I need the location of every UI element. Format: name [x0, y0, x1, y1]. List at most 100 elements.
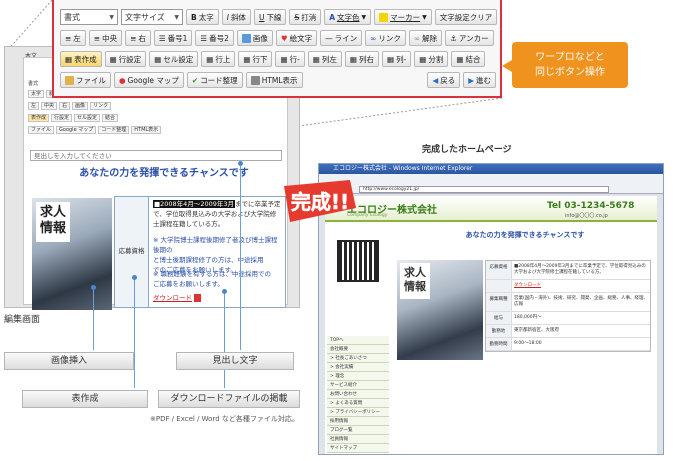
redo-button[interactable]: ▶ 進む — [463, 72, 496, 88]
italic-button[interactable]: I 斜体 — [221, 9, 251, 25]
toolbar-row1: 書式 ▼ 文字サイズ ▼ B 太字 I 斜体 U 下線 S 打消 A 文字色 ▼ マーカー ▼ 文… — [60, 8, 498, 26]
site-tel: Tel 03-1234-5678 — [547, 201, 635, 211]
table-row: 給与 180,000円〜 — [486, 312, 650, 325]
heart-icon: ♥ — [280, 33, 288, 43]
mini-merge-button[interactable]: 結合 — [102, 114, 119, 122]
style-select[interactable]: 書式 ▼ — [60, 9, 118, 25]
nav-item[interactable]: お問い合わせ — [327, 390, 389, 399]
code-cleanup-button[interactable]: ✔ コード整理 — [186, 72, 243, 88]
mini-toolbar-row2: 左 中央 右 画像 リンク — [28, 102, 112, 111]
callout-line2: 同じボタン操作 — [535, 67, 605, 78]
mini-center-button[interactable]: 中央 — [41, 102, 58, 110]
cell-setting-button[interactable]: ▦ セル設定 — [149, 51, 199, 67]
mini-image-button[interactable]: 画像 — [72, 102, 89, 110]
merge-icon: ▦ — [456, 54, 464, 64]
marker-button[interactable]: マーカー ▼ — [374, 9, 432, 25]
connector-line — [240, 164, 241, 350]
mini-left-button[interactable]: 左 — [28, 102, 40, 110]
nav-item[interactable]: 採用情報 — [327, 417, 389, 426]
nav-item[interactable]: > よくある質問 — [327, 399, 389, 408]
align-right-button[interactable]: ≡ 右 — [125, 30, 151, 46]
job-image-text: 求人 情報 — [36, 202, 70, 242]
text-color-button[interactable]: A 文字色 ▼ — [324, 9, 372, 25]
mini-table-button[interactable]: 表作成 — [28, 114, 50, 122]
row-delete-button[interactable]: ▦ 行- — [275, 51, 305, 67]
editor-job-image[interactable]: 求人 情報 — [32, 198, 112, 310]
clear-format-button[interactable]: 文字設定クリア — [434, 9, 498, 25]
align-center-button[interactable]: ≡ 中央 — [88, 30, 123, 46]
heading-input[interactable]: 見出しを入力してください — [30, 150, 282, 161]
site-page-title: あなたの力を発揮できるチャンスです — [465, 231, 585, 239]
mini-cellset-button[interactable]: セル設定 — [74, 114, 101, 122]
line-icon: — — [325, 33, 333, 43]
align-left-button[interactable]: ≡ 左 — [60, 30, 86, 46]
nav-item[interactable]: TOPへ — [327, 336, 389, 345]
italic-icon: I — [226, 12, 229, 22]
col-left-button[interactable]: ▦ 列左 — [307, 51, 342, 67]
row-up-button[interactable]: ▦ 行上 — [201, 51, 236, 67]
undo-button[interactable]: ◀ 戻る — [427, 72, 461, 88]
col-left-icon: ▦ — [312, 54, 320, 64]
mini-rowset-button[interactable]: 行設定 — [51, 114, 73, 122]
image-button[interactable]: 画像 — [236, 30, 273, 46]
nav-item[interactable]: > 会社実績 — [327, 363, 389, 372]
table-label-cell: 応募資格 — [115, 197, 149, 307]
file-button[interactable]: ファイル — [60, 72, 111, 88]
site-job-image: 求人 情報 — [397, 260, 483, 360]
address-bar[interactable]: http://www.ecology21.jp/ — [359, 186, 609, 193]
row-setting-button[interactable]: ▦ 行設定 — [104, 51, 147, 67]
connector-line — [93, 288, 94, 350]
col-delete-button[interactable]: ▦ 列- — [381, 51, 412, 67]
underline-button[interactable]: U 下線 — [253, 9, 287, 25]
qr-code-icon — [337, 240, 379, 282]
mini-bold-button[interactable]: 太字 — [28, 90, 45, 98]
connector-dot — [222, 289, 227, 294]
google-map-button[interactable]: ● Google マップ — [114, 72, 184, 88]
unlink-button[interactable]: ∞ 解除 — [408, 30, 443, 46]
html-view-button[interactable]: HTML表示 — [245, 72, 303, 88]
table-row: 募集職種 営業(国内・海外)、技術、研究、開発、企画、総務、人事、経理、広報 — [486, 293, 650, 312]
anchor-button[interactable]: ⚓ アンカー — [445, 30, 494, 46]
mini-map-button[interactable]: Google マップ — [56, 126, 97, 134]
connector-line — [224, 292, 225, 388]
mini-link-button[interactable]: リンク — [90, 102, 112, 110]
mini-right-button[interactable]: 右 — [59, 102, 71, 110]
row-down-button[interactable]: ▦ 行下 — [238, 51, 273, 67]
nav-item[interactable]: 社員情報 — [327, 435, 389, 444]
nav-item[interactable]: サイトマップ — [327, 444, 389, 453]
emoji-button[interactable]: ♥ 絵文字 — [275, 30, 318, 46]
numbered-list2-button[interactable]: ☰ 番号2 — [195, 30, 234, 46]
table-create-button[interactable]: ▦ 表作成 — [60, 51, 102, 67]
split-button[interactable]: ▦ 分割 — [414, 51, 449, 67]
mini-html-button[interactable]: HTML表示 — [131, 126, 162, 134]
edit-screen-caption: 編集画面 — [4, 315, 41, 325]
mini-code-button[interactable]: コード整理 — [98, 126, 130, 134]
connector-dot — [132, 275, 137, 280]
table-row: 勤務時間 9:00〜18:00 — [486, 338, 650, 351]
col-right-button[interactable]: ▦ 列右 — [344, 51, 379, 67]
editor-page-title[interactable]: あなたの力を発揮できるチャンスです — [44, 164, 284, 179]
line-button[interactable]: — ライン — [320, 30, 363, 46]
mini-file-button[interactable]: ファイル — [28, 126, 55, 134]
link-button[interactable]: ∞ リンク — [365, 30, 406, 46]
table-note-2[interactable]: ※ 職務経験を有する方は、中途採用での ご応募をお願いします。 — [153, 269, 283, 289]
table-cell-main[interactable]: ■2008年4月〜2009年3月までに卒業予定 で、学位取得見込みの大学および大… — [153, 199, 283, 229]
list2-icon: ☰ — [200, 33, 208, 43]
table-row: 応募資格 ■2008年4月〜2009年3月までに卒業予定で、学位取得見込みの大学お… — [486, 261, 650, 280]
col-delete-icon: ▦ — [386, 54, 395, 64]
nav-item[interactable]: ブログ一覧 — [327, 426, 389, 435]
strike-button[interactable]: S 打消 — [289, 9, 322, 25]
nav-item[interactable]: サービス紹介 — [327, 381, 389, 390]
editor-table[interactable]: 応募資格 ■2008年4月〜2009年3月までに卒業予定 で、学位取得見込みの大… — [114, 196, 286, 308]
numbered-list-button[interactable]: ☰ 番号1 — [153, 30, 193, 46]
nav-item[interactable]: > 社長ごあいさつ — [327, 354, 389, 363]
html-icon — [250, 75, 260, 85]
nav-item[interactable]: 会社概要 — [327, 345, 389, 354]
nav-item[interactable]: > プライバシーポリシー — [327, 408, 389, 417]
bold-button[interactable]: B 太字 — [186, 9, 219, 25]
fontsize-select[interactable]: 文字サイズ ▼ — [121, 9, 183, 25]
code-icon: ✔ — [191, 75, 199, 85]
download-link[interactable]: ダウンロード — [153, 293, 283, 303]
merge-button[interactable]: ▦ 結合 — [451, 51, 486, 67]
nav-item[interactable]: > 理念 — [327, 372, 389, 381]
